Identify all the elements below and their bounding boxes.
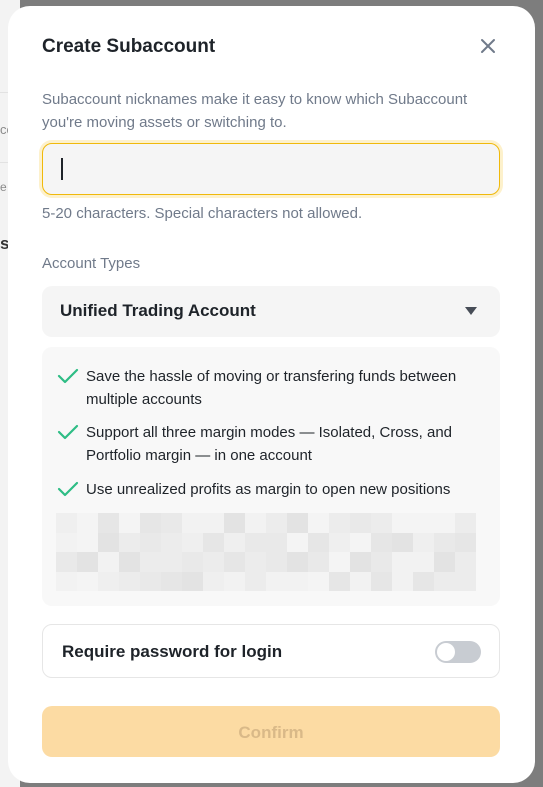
toggle-knob <box>437 643 455 661</box>
account-features-panel: Save the hassle of moving or transfering… <box>42 347 500 606</box>
nickname-input[interactable] <box>59 144 483 196</box>
require-password-card: Require password for login <box>42 624 500 678</box>
check-icon <box>57 368 79 384</box>
modal-title: Create Subaccount <box>42 36 216 57</box>
confirm-button[interactable]: Confirm <box>42 706 500 757</box>
feature-text: Save the hassle of moving or transfering… <box>86 368 457 408</box>
feature-text: Support all three margin modes — Isolate… <box>86 424 453 464</box>
create-subaccount-modal: Create Subaccount Subaccount nicknames m… <box>8 6 535 783</box>
require-password-toggle[interactable] <box>435 641 481 663</box>
background-text-fragment: e <box>0 180 7 194</box>
require-password-label: Require password for login <box>62 642 283 661</box>
account-types-label: Account Types <box>42 255 141 272</box>
account-type-selected-value: Unified Trading Account <box>60 301 256 320</box>
close-button[interactable] <box>476 34 500 58</box>
modal-description: Subaccount nicknames make it easy to kno… <box>42 91 468 131</box>
nickname-field[interactable] <box>42 143 500 196</box>
check-icon <box>57 424 79 440</box>
pixelated-image-placeholder <box>56 513 476 591</box>
feature-text: Use unrealized profits as margin to open… <box>86 481 451 498</box>
chevron-down-icon <box>465 307 477 315</box>
account-type-select[interactable]: Unified Trading Account <box>42 286 500 337</box>
text-caret <box>61 158 63 180</box>
check-icon <box>57 481 79 497</box>
nickname-hint: 5-20 characters. Special characters not … <box>42 205 363 222</box>
close-icon <box>481 39 495 53</box>
